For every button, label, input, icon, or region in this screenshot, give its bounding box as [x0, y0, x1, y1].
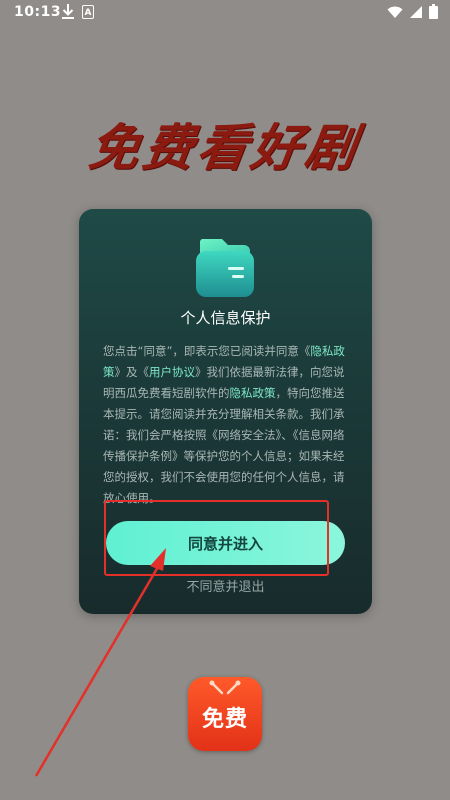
dialog-body-text: 您点击“同意”，即表示您已阅读并同意《隐私政策》及《用户协议》我们依据最新法律，…: [103, 341, 347, 509]
privacy-policy-link-2[interactable]: 隐私政策: [230, 386, 276, 400]
status-indicators: [387, 4, 438, 19]
tv-antenna-icon: [209, 680, 241, 695]
dialog-title: 个人信息保护: [180, 309, 271, 327]
headline-calligraphy: 免费看好剧: [85, 118, 364, 177]
body-text: ，特向您推送本提示。请您阅读并充分理解相关条款。我们承诺：我们会严格按照《网络安…: [103, 386, 345, 505]
folder-shield-icon: [196, 239, 254, 297]
annotation-highlight-box: [104, 500, 329, 576]
app-notification-icon: A: [82, 5, 94, 19]
status-time: 10:13: [14, 4, 62, 20]
user-agreement-link[interactable]: 用户协议: [149, 365, 195, 379]
disagree-and-exit-link[interactable]: 不同意并退出: [79, 576, 372, 595]
app-logo: 免费: [188, 677, 262, 751]
body-text: 》及《: [114, 365, 150, 379]
body-text: 您点击“同意”，即表示您已阅读并同意《: [103, 344, 311, 358]
app-logo-label: 免费: [201, 707, 248, 732]
battery-icon: [429, 4, 438, 19]
status-bar: 10:13 A: [0, 0, 450, 26]
wifi-icon: [387, 6, 403, 18]
download-icon: [62, 4, 74, 19]
signal-icon: [410, 5, 422, 18]
